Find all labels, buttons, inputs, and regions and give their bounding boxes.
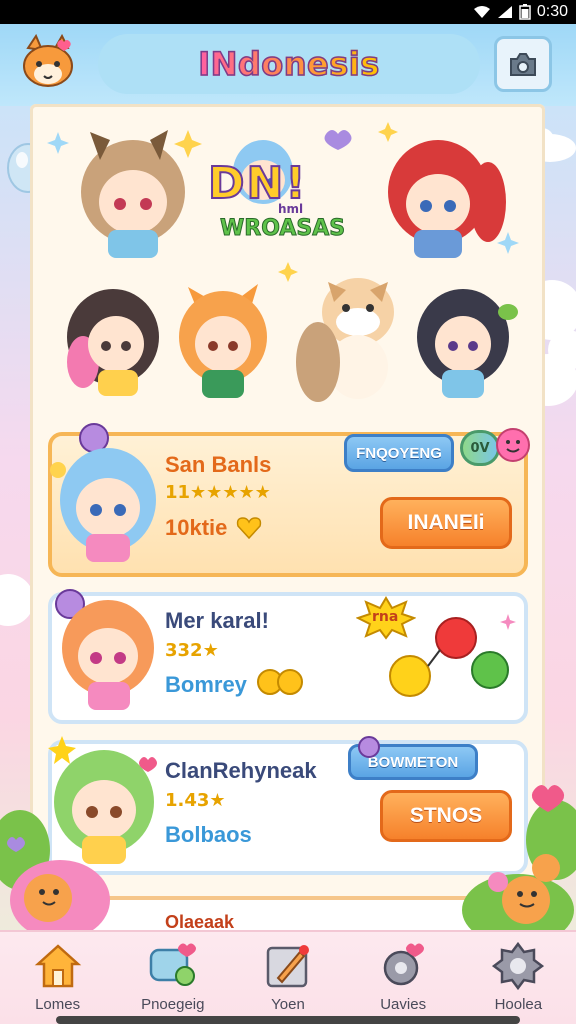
banner-logo-line2: WROASAS: [219, 216, 346, 242]
nav-help[interactable]: Hoolea: [468, 940, 568, 1020]
app-header: INdonesis: [0, 24, 576, 106]
character-pink-dark-hair: [67, 289, 159, 396]
character-black-hair: [417, 289, 518, 398]
chat-bubble-icon: [149, 943, 196, 986]
card1-rating: 11★★★★★: [165, 482, 271, 503]
nav-settings-label: Uavies: [380, 996, 427, 1013]
bush-decoration-right: [462, 785, 576, 940]
card3-subtext: Bolbaos: [165, 822, 252, 847]
bottom-nav: Lomes Pnoegeig Yoen Uavies Hoolea: [0, 930, 576, 1024]
character-red-hair: [388, 140, 506, 258]
card1-tag-pill[interactable]: FNQOYENG: [344, 434, 454, 472]
title-pill: INdonesis: [98, 34, 480, 94]
status-bar: 0:30: [0, 0, 576, 24]
camera-button[interactable]: [494, 36, 552, 92]
banner-logo-small: hml: [278, 202, 304, 216]
fox-mascot-icon: [23, 33, 73, 87]
nav-progress-label: Pnoegeig: [141, 996, 205, 1013]
signal-icon: [497, 6, 512, 18]
character-dog: [296, 278, 394, 402]
bush-decoration-left: [0, 810, 110, 940]
ribbon-icon: [358, 736, 380, 758]
bubble-orbs-decoration: [389, 614, 516, 697]
house-icon: [34, 944, 81, 988]
page-title: INdonesis: [197, 44, 380, 84]
nav-home[interactable]: Lomes: [8, 940, 108, 1020]
nav-settings[interactable]: Uavies: [353, 940, 453, 1020]
nav-help-label: Hoolea: [494, 996, 543, 1013]
character-brown-hair: [81, 130, 185, 258]
nav-progress[interactable]: Pnoegeig: [123, 940, 223, 1020]
card1-action-button[interactable]: INANEIi: [380, 497, 512, 549]
heart-icon: [236, 517, 262, 540]
nav-home-label: Lomes: [35, 996, 81, 1013]
banner-logo: DN! hml WROASAS: [200, 152, 370, 252]
nav-edit[interactable]: Yoen: [238, 940, 338, 1020]
card1-name: San Banls: [165, 452, 272, 477]
wifi-icon: [473, 6, 490, 18]
home-indicator[interactable]: [56, 1016, 520, 1024]
card-avatar-orange-hair: [55, 589, 154, 710]
smiley-face-icon: [496, 428, 530, 462]
app-logo[interactable]: [18, 33, 78, 92]
nav-edit-label: Yoen: [271, 996, 305, 1013]
camera-icon: [510, 53, 536, 76]
card2-rating: 332★: [165, 640, 219, 661]
card3-name: ClanRehyneak: [165, 758, 317, 783]
coins-icon: [257, 669, 303, 695]
card2-subtext: Bomrey: [165, 672, 247, 697]
character-fox-ears: [179, 284, 267, 398]
card3-rating: 1.43★: [165, 790, 226, 811]
gear-alert-icon: [492, 941, 545, 991]
card2-name: Mer karal!: [165, 608, 269, 633]
battery-icon: [519, 4, 531, 20]
edit-pencil-icon: [266, 945, 309, 988]
settings-gear-icon: [383, 943, 425, 986]
card1-subtext: 10ktie: [165, 515, 228, 540]
card-avatar-blue-hair: [50, 423, 156, 562]
status-time: 0:30: [536, 3, 568, 20]
status-icons: [473, 4, 531, 20]
